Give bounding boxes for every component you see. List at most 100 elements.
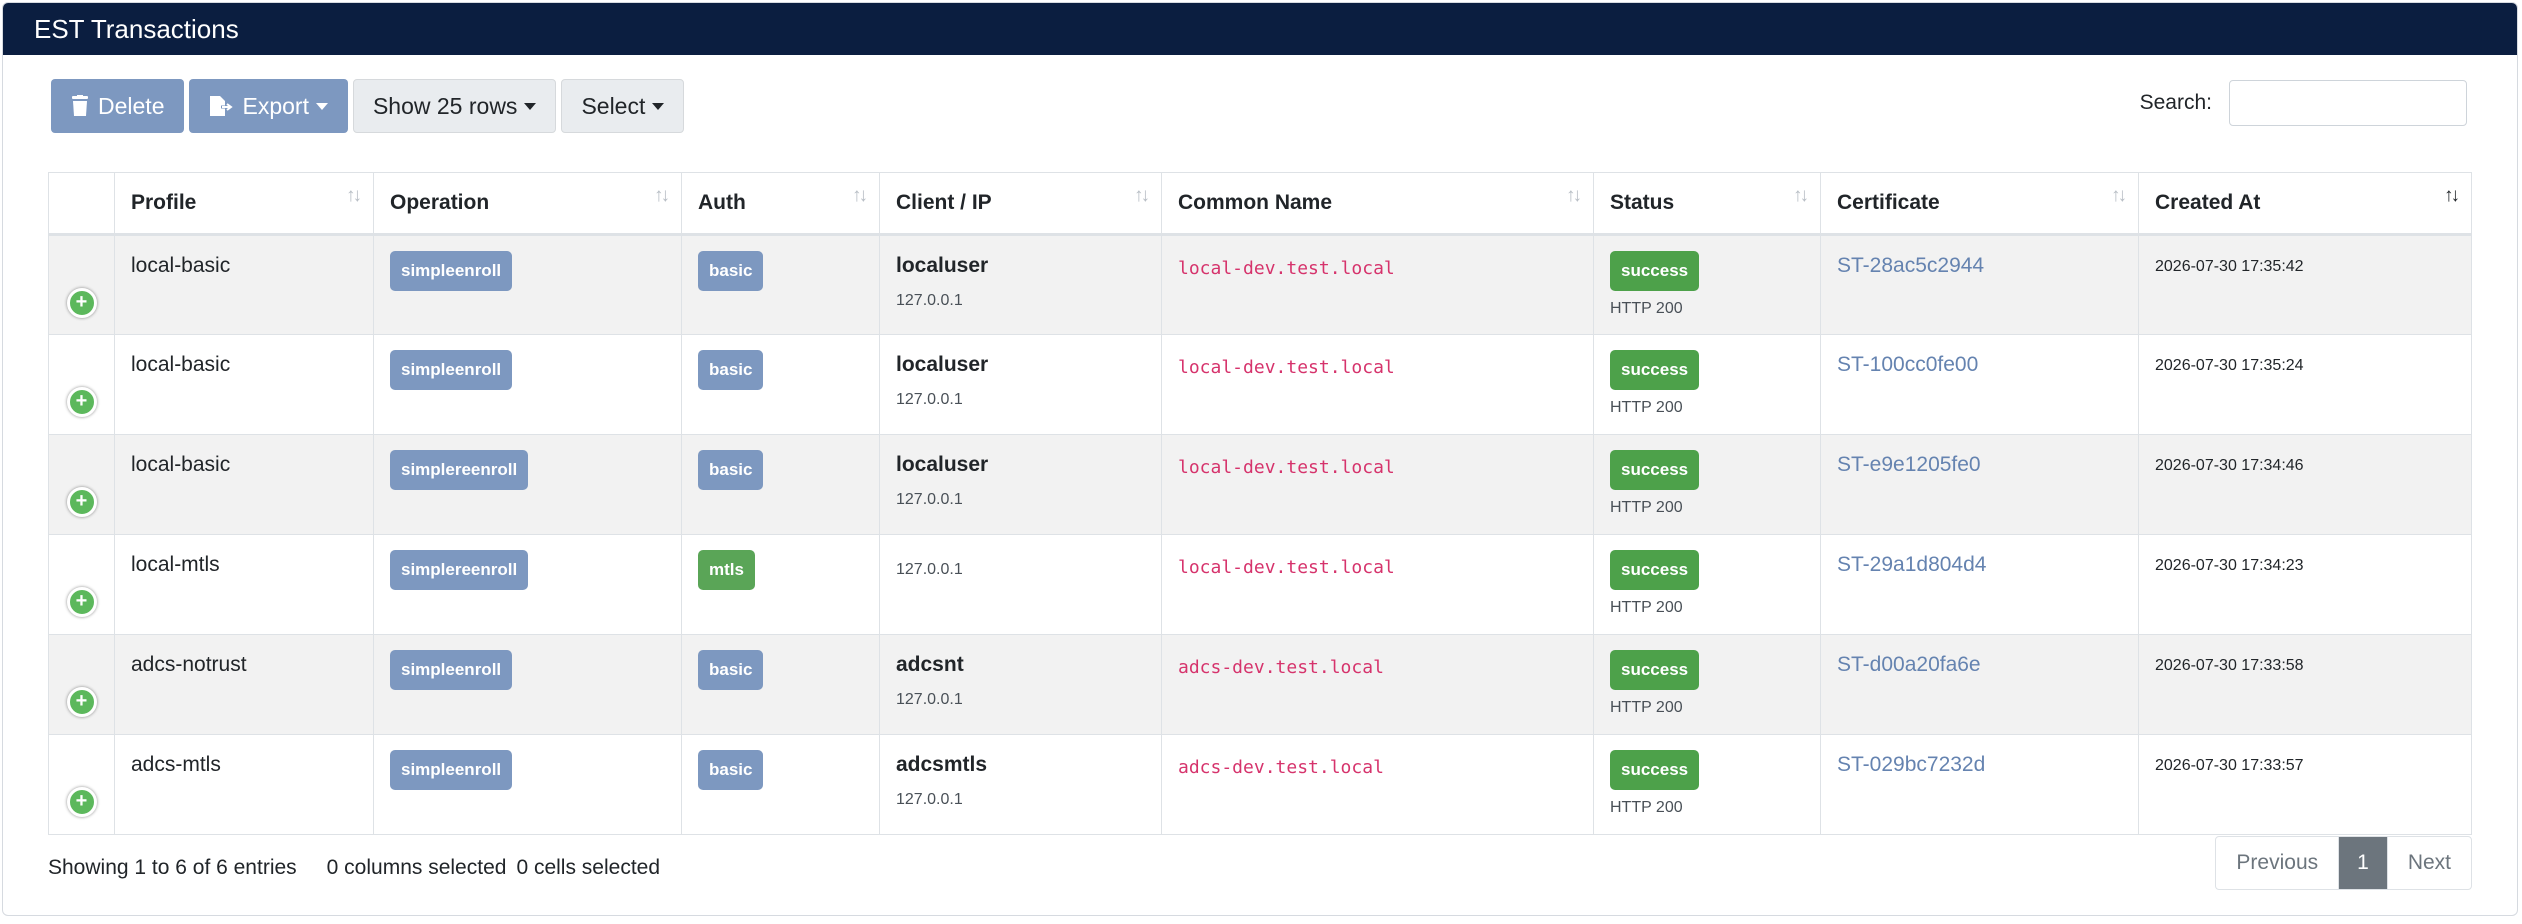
client-user: localuser [896,453,989,476]
profile-name: local-basic [131,453,231,476]
operation-badge: simpleenroll [390,650,513,690]
column-header-common-name[interactable]: Common Name ↑↓ [1161,172,1594,236]
client-user: adcsnt [896,653,964,676]
column-header-client-ip[interactable]: Client / IP ↑↓ [879,172,1162,236]
profile-cell: local-mtls [114,534,374,635]
http-status: HTTP 200 [1610,300,1683,317]
table-row[interactable]: + local-basic simplereenroll basic localuser… [48,434,2472,535]
chevron-down-icon [315,102,328,110]
auth-cell: basic [681,234,880,335]
operation-cell: simpleenroll [373,734,682,835]
client-cell: adcsnt 127.0.0.1 [879,634,1162,735]
column-header-certificate[interactable]: Certificate ↑↓ [1820,172,2139,236]
certificate-link[interactable]: ST-029bc7232d [1837,753,1985,776]
search-input[interactable] [2229,80,2467,126]
certificate-link[interactable]: ST-e9e1205fe0 [1837,453,1981,476]
status-badge: success [1610,650,1700,690]
operation-badge: simplereenroll [390,450,529,490]
column-header-operation[interactable]: Operation ↑↓ [373,172,682,236]
expand-row-plus-icon[interactable]: + [66,387,97,417]
status-cell: success HTTP 200 [1593,334,1821,435]
certificate-cell: ST-29a1d804d4 [1820,534,2139,635]
search-box: Search: [2140,80,2467,126]
client-user: localuser [896,254,989,277]
status-cell: success HTTP 200 [1593,534,1821,635]
profile-cell: adcs-mtls [114,734,374,835]
operation-cell: simpleenroll [373,234,682,335]
profile-name: adcs-notrust [131,653,247,676]
status-cell: success HTTP 200 [1593,234,1821,335]
expand-row-plus-icon[interactable]: + [66,287,97,318]
common-name-cell: local-dev.test.local [1161,234,1594,335]
created-at: 2026-07-30 17:35:42 [2155,258,2304,275]
client-user: localuser [896,353,989,376]
common-name: adcs-dev.test.local [1178,757,1384,778]
certificate-cell: ST-d00a20fa6e [1820,634,2139,735]
page-1-button[interactable]: 1 [2339,837,2388,889]
certificate-link[interactable]: ST-d00a20fa6e [1837,653,1981,676]
http-status: HTTP 200 [1610,799,1683,816]
profile-cell: local-basic [114,434,374,535]
expand-row-plus-icon[interactable]: + [66,787,97,817]
column-header-auth[interactable]: Auth ↑↓ [681,172,880,236]
certificate-link[interactable]: ST-28ac5c2944 [1837,254,1984,277]
created-at: 2026-07-30 17:35:24 [2155,357,2304,374]
table-info: Showing 1 to 6 of 6 entries 0 columns se… [48,856,660,880]
operation-cell: simplereenroll [373,534,682,635]
http-status: HTTP 200 [1610,399,1683,416]
http-status: HTTP 200 [1610,699,1683,716]
common-name: local-dev.test.local [1178,357,1395,378]
client-cell: localuser 127.0.0.1 [879,234,1162,335]
chevron-down-icon [524,102,537,110]
column-header-label: Certificate [1837,191,1940,214]
created-at-cell: 2026-07-30 17:34:46 [2138,434,2472,535]
table-body: + local-basic simpleenroll basic localuser 12… [48,234,2472,835]
status-badge: success [1610,750,1700,790]
delete-button[interactable]: Delete [51,79,185,133]
created-at: 2026-07-30 17:34:23 [2155,557,2304,574]
common-name: local-dev.test.local [1178,258,1395,279]
operation-badge: simpleenroll [390,350,513,390]
table-row[interactable]: + local-mtls simplereenroll mtls 127.0.0.1 lo… [48,534,2472,635]
expand-row-plus-icon[interactable]: + [66,487,97,517]
status-cell: success HTTP 200 [1593,734,1821,835]
auth-badge: basic [698,450,764,490]
table-row[interactable]: + local-basic simpleenroll basic localuser 12… [48,234,2472,335]
auth-badge: basic [698,750,764,790]
client-ip: 127.0.0.1 [896,391,963,408]
expand-row-plus-icon[interactable]: + [66,687,97,717]
table-row[interactable]: + adcs-mtls simpleenroll basic adcsmtls 127.0… [48,734,2472,835]
auth-cell: basic [681,434,880,535]
profile-name: adcs-mtls [131,753,221,776]
row-control-cell: + [48,734,115,835]
column-header-status[interactable]: Status ↑↓ [1593,172,1821,236]
operation-badge: simpleenroll [390,251,513,291]
certificate-link[interactable]: ST-29a1d804d4 [1837,553,1986,576]
page-length-button[interactable]: Show 25 rows [352,79,557,133]
common-name-cell: local-dev.test.local [1161,534,1594,635]
http-status: HTTP 200 [1610,599,1683,616]
column-header-created-at[interactable]: Created At ↑↓ [2138,172,2472,236]
table-row[interactable]: + adcs-notrust simpleenroll basic adcsnt 127.… [48,634,2472,735]
operation-cell: simpleenroll [373,334,682,435]
row-control-cell: + [48,234,115,335]
created-at-cell: 2026-07-30 17:33:57 [2138,734,2472,835]
column-header-label: Operation [390,191,490,214]
export-button[interactable]: Export [189,79,348,133]
operation-cell: simplereenroll [373,434,682,535]
export-button-label: Export [242,92,309,119]
delete-button-label: Delete [98,92,165,119]
certificate-cell: ST-28ac5c2944 [1820,234,2139,335]
sort-icon: ↑↓ [346,185,362,206]
expand-row-plus-icon[interactable]: + [66,587,97,617]
select-button[interactable]: Select [561,79,685,133]
created-at-cell: 2026-07-30 17:35:24 [2138,334,2472,435]
certificate-link[interactable]: ST-100cc0fe00 [1837,353,1978,376]
profile-name: local-mtls [131,553,220,576]
table-row[interactable]: + local-basic simpleenroll basic localuser 12… [48,334,2472,435]
auth-cell: basic [681,634,880,735]
column-header-profile[interactable]: Profile ↑↓ [114,172,374,236]
client-ip: 127.0.0.1 [896,561,963,578]
next-page-button[interactable]: Next [2388,837,2471,889]
previous-page-button[interactable]: Previous [2216,837,2340,889]
